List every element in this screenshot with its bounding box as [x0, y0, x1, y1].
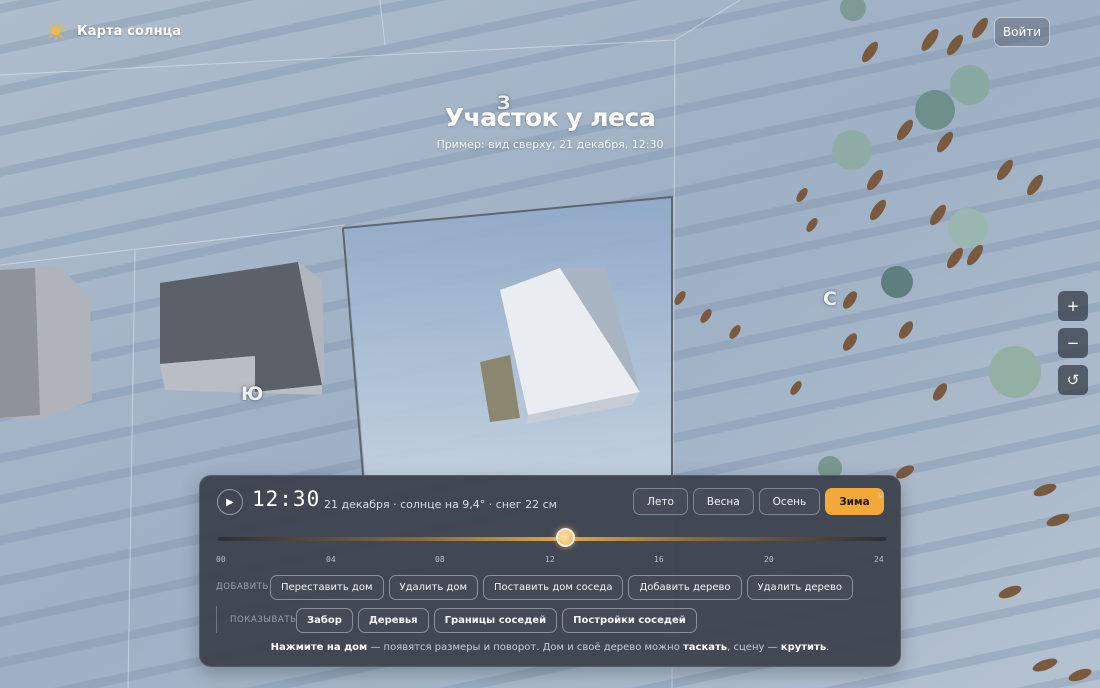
hint-emphasis: таскать: [683, 642, 728, 653]
login-button[interactable]: Войти: [994, 17, 1050, 47]
move-house-button[interactable]: Переставить дом: [270, 575, 384, 600]
season-summer-button[interactable]: Лето: [633, 488, 688, 515]
usage-hint: Нажмите на дом — появятся размеры и пово…: [200, 642, 900, 653]
play-button[interactable]: ▶: [217, 489, 243, 515]
toggle-neighbor-buildings[interactable]: Постройки соседей: [562, 608, 697, 633]
reset-view-button[interactable]: ↺: [1058, 365, 1088, 395]
add-row-label: ДОБАВИТЬ: [216, 582, 269, 592]
hint-emphasis: крутить: [780, 642, 827, 653]
zoom-in-button[interactable]: +: [1058, 291, 1088, 321]
add-actions: Переставить дом Удалить дом Поставить до…: [270, 575, 854, 600]
sun-control-panel: ▶ 12:30 21 декабря · солнце на 9,4° · сн…: [199, 475, 901, 667]
map-controls: + − ↺: [1058, 291, 1088, 402]
hint-emphasis: Нажмите на дом: [270, 642, 368, 653]
time-slider-track[interactable]: [218, 537, 886, 541]
timeline-tick: 08: [435, 555, 445, 564]
season-winter-button[interactable]: Зима: [825, 488, 884, 515]
toggle-fence[interactable]: Забор: [296, 608, 353, 633]
hint-text: .: [826, 642, 830, 653]
delete-house-button[interactable]: Удалить дом: [388, 575, 478, 600]
timeline-tick: 04: [326, 555, 336, 564]
toggle-trees[interactable]: Деревья: [357, 608, 429, 633]
sun-status-text: 21 декабря · солнце на 9,4° · снег 22 см: [324, 498, 557, 511]
visibility-toggles: Забор Деревья Границы соседей Постройки …: [296, 608, 697, 633]
season-spring-button[interactable]: Весна: [692, 488, 754, 515]
hint-text: — появятся размеры и поворот. Дом и своё…: [367, 642, 683, 653]
play-icon: ▶: [226, 496, 234, 508]
show-row-label: ПОКАЗЫВАТЬ: [230, 615, 297, 625]
time-display: 12:30: [252, 487, 321, 511]
add-tree-button[interactable]: Добавить дерево: [628, 575, 742, 600]
time-slider-thumb[interactable]: [556, 528, 576, 547]
add-neighbor-house-button[interactable]: Поставить дом соседа: [483, 575, 624, 600]
collapse-panel-icon[interactable]: v: [878, 491, 883, 501]
compass-south-label: Ю: [241, 383, 264, 405]
timeline-tick: 16: [654, 555, 664, 564]
toggle-neighbor-bounds[interactable]: Границы соседей: [433, 608, 558, 633]
season-autumn-button[interactable]: Осень: [758, 488, 821, 515]
show-row-divider: [216, 606, 217, 633]
delete-tree-button[interactable]: Удалить дерево: [746, 575, 854, 600]
timeline-tick: 20: [764, 555, 774, 564]
compass-east-label: С: [823, 288, 837, 310]
hint-text: , сцену —: [727, 642, 781, 653]
zoom-out-button[interactable]: −: [1058, 328, 1088, 358]
app-title: Карта солнца: [77, 23, 182, 39]
scene-title: Участок у леса: [444, 103, 656, 132]
timeline-tick: 00: [216, 555, 226, 564]
timeline-tick: 24: [874, 555, 884, 564]
app-logo: Карта солнца: [46, 21, 181, 41]
scene-subtitle: Пример: вид сверху, 21 декабря, 12:30: [436, 138, 664, 151]
timeline-tick: 12: [545, 555, 555, 564]
season-selector: Лето Весна Осень Зима: [633, 488, 884, 515]
sun-icon: [46, 21, 66, 41]
compass-west-label: З: [497, 92, 511, 114]
